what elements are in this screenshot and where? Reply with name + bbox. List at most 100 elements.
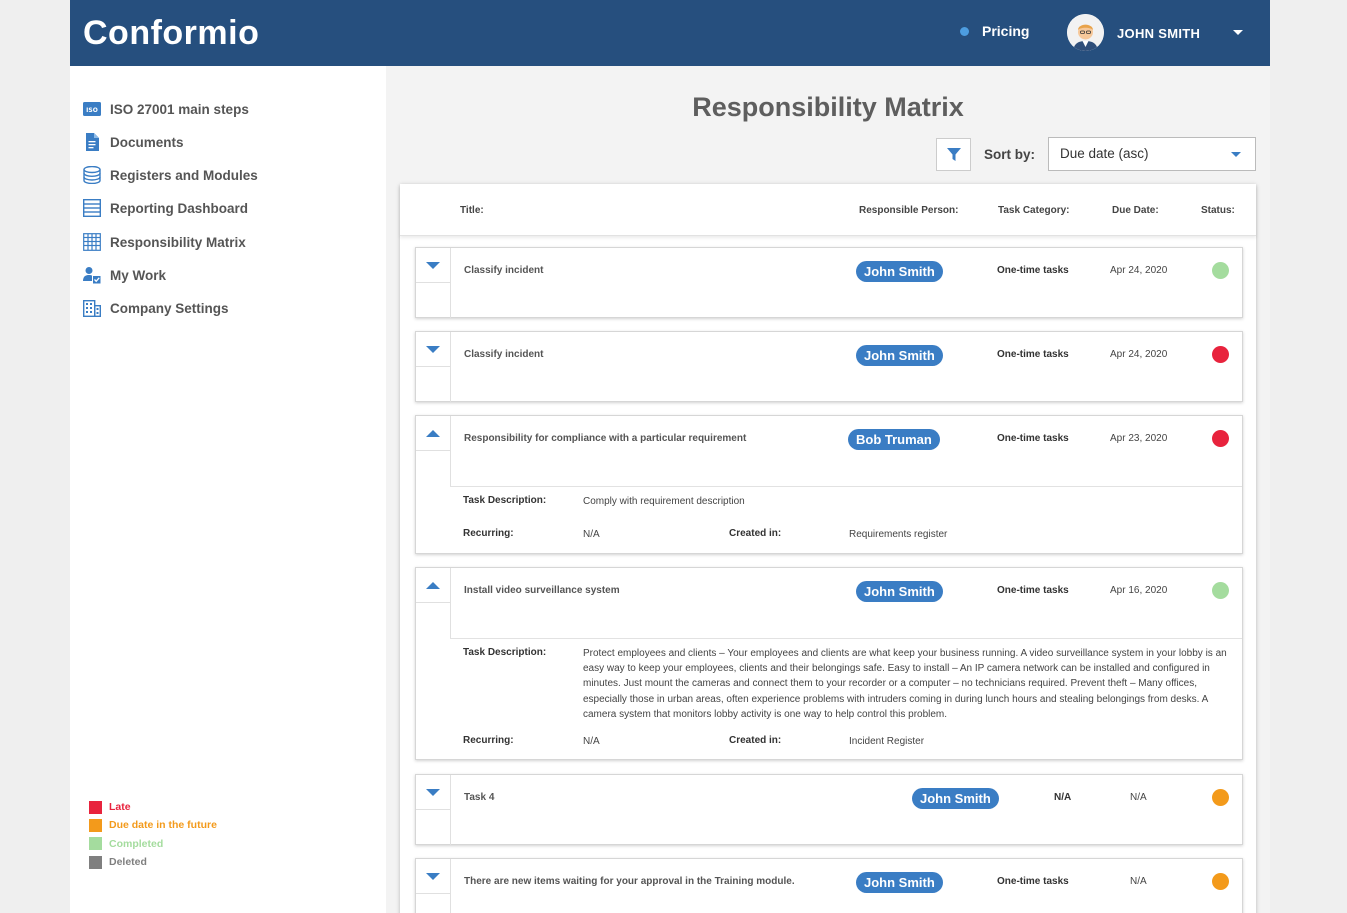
column-header-category[interactable]: Task Category: <box>998 205 1070 216</box>
legend-swatch <box>89 837 102 851</box>
pricing-link[interactable]: Pricing <box>960 23 1029 39</box>
legend-swatch <box>89 800 102 814</box>
sidebar-item-documents[interactable]: Documents <box>83 133 184 151</box>
legend-item-deleted: Deleted <box>89 853 217 871</box>
filter-button[interactable] <box>936 138 971 171</box>
task-details: Task Description: Comply with requiremen… <box>450 486 1242 553</box>
page-title: Responsibility Matrix <box>692 92 964 122</box>
iso-badge-icon: ISO <box>83 100 101 118</box>
task-title: Install video surveillance system <box>464 585 620 596</box>
caret-down-icon <box>426 872 440 880</box>
task-description-label: Task Description: <box>463 495 547 506</box>
expand-toggle[interactable] <box>416 248 450 282</box>
sort-by-label: Sort by: <box>984 147 1036 162</box>
responsible-person-badge[interactable]: John Smith <box>856 345 943 366</box>
document-icon <box>83 133 101 151</box>
sidebar-item-company-settings[interactable]: Company Settings <box>83 299 229 317</box>
sidebar-item-label: Responsibility Matrix <box>110 234 246 250</box>
table-row[interactable]: Task 4 John Smith N/A N/A <box>415 774 1243 845</box>
caret-down-icon <box>426 788 440 796</box>
table-row[interactable]: Install video surveillance system John S… <box>415 567 1243 760</box>
responsible-person-badge[interactable]: John Smith <box>856 872 943 893</box>
iso-badge-text: ISO <box>86 107 98 114</box>
task-title: Classify incident <box>464 349 544 360</box>
column-header-due[interactable]: Due Date: <box>1112 205 1159 216</box>
legend-label: Deleted <box>109 856 147 869</box>
collapse-toggle[interactable] <box>416 568 450 602</box>
responsible-person-badge[interactable]: John Smith <box>912 788 999 809</box>
task-due-date: N/A <box>1130 876 1147 887</box>
sidebar-item-label: Company Settings <box>110 300 229 316</box>
pricing-dot-icon <box>960 26 969 36</box>
filter-icon <box>946 147 961 161</box>
task-details: Task Description: Protect employees and … <box>450 638 1242 759</box>
task-title: Responsibility for compliance with a par… <box>464 433 747 444</box>
responsible-person-badge[interactable]: John Smith <box>856 261 943 282</box>
task-due-date: Apr 16, 2020 <box>1110 585 1168 596</box>
recurring-label: Recurring: <box>463 735 514 746</box>
task-due-date: Apr 24, 2020 <box>1110 265 1168 276</box>
sidebar-item-reporting[interactable]: Reporting Dashboard <box>83 199 248 217</box>
database-icon <box>83 166 101 184</box>
status-indicator <box>1212 262 1229 279</box>
legend-item-future: Due date in the future <box>89 816 217 834</box>
legend-swatch <box>89 818 102 832</box>
sidebar-item-label: Documents <box>110 134 184 150</box>
task-due-date: N/A <box>1130 792 1147 803</box>
sidebar-item-iso-steps[interactable]: ISO ISO 27001 main steps <box>83 100 249 118</box>
sidebar-item-registers[interactable]: Registers and Modules <box>83 166 258 184</box>
chevron-down-icon <box>1231 152 1241 157</box>
avatar[interactable] <box>1067 14 1104 51</box>
legend-label: Completed <box>109 837 164 850</box>
expand-toggle[interactable] <box>416 775 450 809</box>
caret-down-icon <box>426 261 440 269</box>
column-header-person[interactable]: Responsible Person: <box>859 205 958 216</box>
grid-icon <box>83 233 101 251</box>
responsible-person-badge[interactable]: Bob Truman <box>848 429 940 450</box>
table-row[interactable]: Classify incident John Smith One-time ta… <box>415 331 1243 402</box>
sort-select[interactable]: Due date (asc) <box>1048 137 1256 171</box>
task-title: Classify incident <box>464 265 544 276</box>
collapse-toggle[interactable] <box>416 416 450 450</box>
legend-item-completed: Completed <box>89 835 217 853</box>
list-icon <box>83 199 101 217</box>
table-row[interactable]: Responsibility for compliance with a par… <box>415 415 1243 554</box>
main-content: Responsibility Matrix Sort by: Due date … <box>386 66 1270 913</box>
caret-down-icon <box>426 345 440 353</box>
status-indicator <box>1212 582 1229 599</box>
app-window: Conformio Pricing JOHN SMITH ISO ISO 270… <box>70 0 1270 913</box>
created-in-value: Incident Register <box>849 736 925 747</box>
created-in-value: Requirements register <box>849 529 948 540</box>
caret-up-icon <box>426 429 440 437</box>
task-description-value: Comply with requirement description <box>583 496 745 507</box>
expand-toggle[interactable] <box>416 332 450 366</box>
table-header: Title: Responsible Person: Task Category… <box>400 184 1256 236</box>
table-row[interactable]: Classify incident John Smith One-time ta… <box>415 247 1243 318</box>
sidebar-item-label: Reporting Dashboard <box>110 200 249 216</box>
task-category: One-time tasks <box>997 585 1069 596</box>
app-logo[interactable]: Conformio <box>83 14 259 53</box>
created-in-label: Created in: <box>729 735 782 746</box>
recurring-value: N/A <box>583 529 600 540</box>
top-bar: Conformio Pricing JOHN SMITH <box>70 0 1270 66</box>
table-row[interactable]: There are new items waiting for your app… <box>415 858 1243 913</box>
sidebar-item-responsibility-matrix[interactable]: Responsibility Matrix <box>83 233 246 251</box>
building-icon <box>83 299 101 317</box>
responsible-person-badge[interactable]: John Smith <box>856 581 943 602</box>
column-header-title[interactable]: Title: <box>460 205 484 216</box>
caret-up-icon <box>426 581 440 589</box>
sidebar-item-label: My Work <box>110 267 167 283</box>
sidebar-item-my-work[interactable]: My Work <box>83 266 166 284</box>
task-category: One-time tasks <box>997 265 1069 276</box>
legend-label: Late <box>109 801 131 814</box>
chevron-down-icon[interactable] <box>1233 30 1243 35</box>
pricing-label: Pricing <box>982 23 1030 39</box>
expand-toggle[interactable] <box>416 859 450 893</box>
task-description-label: Task Description: <box>463 647 547 658</box>
created-in-label: Created in: <box>729 528 782 539</box>
task-title: Task 4 <box>464 792 495 803</box>
task-due-date: Apr 23, 2020 <box>1110 433 1168 444</box>
task-category: One-time tasks <box>997 433 1069 444</box>
column-header-status[interactable]: Status: <box>1201 205 1235 216</box>
username[interactable]: JOHN SMITH <box>1117 26 1200 41</box>
